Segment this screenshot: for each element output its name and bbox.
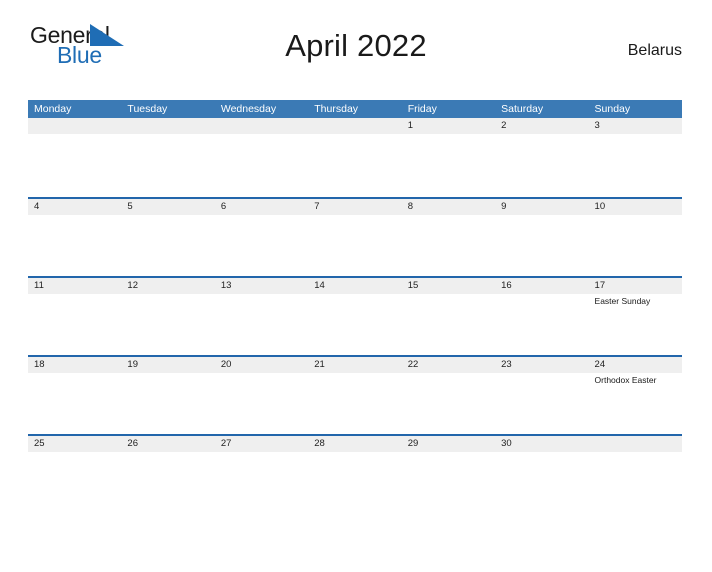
day-number — [28, 118, 122, 134]
day-number: 24 — [588, 357, 682, 373]
weekday-wednesday: Wednesday — [220, 103, 277, 115]
holiday-label: Orthodox Easter — [594, 375, 657, 385]
day-number: 1 — [401, 118, 496, 134]
day-number: 6 — [214, 199, 309, 215]
day-number: 23 — [495, 357, 589, 373]
calendar-day-cell[interactable]: 21 — [308, 357, 402, 434]
calendar-day-cell[interactable]: 10 — [588, 199, 682, 276]
day-number: 3 — [588, 118, 682, 134]
calendar-day-cell[interactable]: 17 Easter Sunday — [588, 278, 682, 355]
calendar-day-cell-empty — [308, 118, 402, 197]
calendar-day-cell[interactable]: 15 — [401, 278, 496, 355]
calendar-week-row: 4 5 6 7 8 9 10 — [28, 197, 682, 276]
day-number — [308, 118, 402, 134]
day-number: 28 — [308, 436, 402, 452]
calendar-day-cell[interactable]: 9 — [495, 199, 589, 276]
weekday-header-row: Monday Tuesday Wednesday Thursday Friday… — [28, 100, 682, 118]
calendar-day-cell[interactable]: 13 — [214, 278, 309, 355]
calendar-day-cell[interactable]: 16 — [495, 278, 589, 355]
calendar-day-cell-empty — [28, 118, 122, 197]
day-number: 20 — [214, 357, 309, 373]
calendar-day-cell[interactable]: 27 — [214, 436, 309, 513]
day-number: 8 — [401, 199, 496, 215]
day-number — [214, 118, 309, 134]
calendar-day-cell[interactable]: 8 — [401, 199, 496, 276]
calendar-day-cell-empty — [121, 118, 215, 197]
calendar-day-cell[interactable]: 29 — [401, 436, 496, 513]
day-number: 29 — [401, 436, 496, 452]
day-number: 26 — [121, 436, 215, 452]
calendar-day-cell[interactable]: 20 — [214, 357, 309, 434]
day-number: 9 — [495, 199, 589, 215]
calendar-day-cell[interactable]: 5 — [121, 199, 215, 276]
day-number: 27 — [214, 436, 309, 452]
calendar-week-row: 123 — [28, 118, 682, 197]
day-number: 18 — [28, 357, 122, 373]
calendar-day-cell-empty — [214, 118, 309, 197]
calendar-day-cell[interactable]: 28 — [308, 436, 402, 513]
calendar-week-row: 18 19 20 21 22 23 24 Orthodox Easter — [28, 355, 682, 434]
calendar-day-cell[interactable]: 11 — [28, 278, 122, 355]
calendar-week-row: 11 12 13 14 15 16 17 Easter Sunday — [28, 276, 682, 355]
day-number: 30 — [495, 436, 589, 452]
weekday-thursday: Thursday — [314, 103, 359, 115]
calendar-day-cell[interactable]: 7 — [308, 199, 402, 276]
calendar-day-cell[interactable]: 4 — [28, 199, 122, 276]
calendar-day-cell[interactable]: 3 — [588, 118, 682, 197]
calendar-day-cell[interactable]: 14 — [308, 278, 402, 355]
calendar-grid: Monday Tuesday Wednesday Thursday Friday… — [28, 100, 682, 513]
day-number: 5 — [121, 199, 215, 215]
day-number: 14 — [308, 278, 402, 294]
day-number: 19 — [121, 357, 215, 373]
day-number: 11 — [28, 278, 122, 294]
calendar-day-cell[interactable]: 26 — [121, 436, 215, 513]
day-number: 10 — [588, 199, 682, 215]
day-number: 22 — [401, 357, 496, 373]
calendar-day-cell[interactable]: 6 — [214, 199, 309, 276]
calendar-day-cell[interactable]: 25 — [28, 436, 122, 513]
weekday-tuesday: Tuesday — [127, 103, 168, 115]
calendar-weeks: 1 2 3 4 5 6 7 8 9 10 11 12 13 14 15 16 17 Easter Sunday 18… — [28, 118, 682, 513]
page-title: April 2022 — [285, 28, 427, 63]
calendar-day-cell[interactable]: 23 — [495, 357, 589, 434]
day-number: 25 — [28, 436, 122, 452]
calendar-day-cell[interactable]: 1 — [401, 118, 496, 197]
day-number: 13 — [214, 278, 309, 294]
calendar-day-cell[interactable]: 12 — [121, 278, 215, 355]
day-number: 21 — [308, 357, 402, 373]
calendar-day-cell[interactable]: 2 — [495, 118, 589, 197]
holiday-label: Easter Sunday — [594, 296, 651, 306]
day-number: 12 — [121, 278, 215, 294]
day-number: 4 — [28, 199, 122, 215]
weekday-saturday: Saturday — [501, 103, 544, 115]
weekday-friday: Friday — [407, 103, 437, 115]
calendar-day-cell-empty — [588, 436, 682, 513]
day-number: 15 — [401, 278, 496, 294]
day-number: 7 — [308, 199, 402, 215]
day-events: Orthodox Easter — [589, 373, 682, 386]
day-events: Easter Sunday — [589, 294, 682, 307]
page-header: General Blue April 2022 Belarus — [30, 22, 682, 77]
day-number — [588, 436, 682, 452]
calendar-day-cell[interactable]: 30 — [495, 436, 589, 513]
calendar-day-cell[interactable]: 19 — [121, 357, 215, 434]
calendar-day-cell[interactable]: 22 — [401, 357, 496, 434]
calendar-day-cell[interactable]: 24 Orthodox Easter — [588, 357, 682, 434]
calendar-day-cell[interactable]: 18 — [28, 357, 122, 434]
day-number — [121, 118, 215, 134]
calendar-week-row: 25 26 27 28 29 30 — [28, 434, 682, 513]
day-number: 2 — [495, 118, 589, 134]
day-number: 16 — [495, 278, 589, 294]
weekday-sunday: Sunday — [594, 103, 631, 115]
country-label: Belarus — [627, 42, 682, 59]
weekday-monday: Monday — [34, 103, 72, 115]
day-number: 17 — [588, 278, 682, 294]
